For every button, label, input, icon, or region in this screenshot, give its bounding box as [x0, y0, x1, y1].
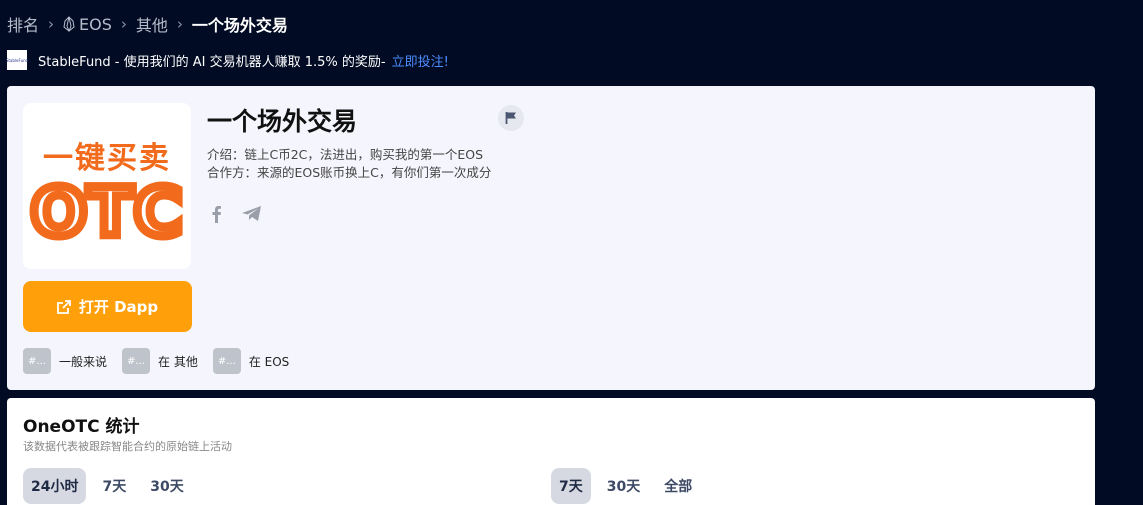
breadcrumb-eos[interactable]: EOS — [63, 15, 112, 34]
breadcrumb-other[interactable]: 其他 — [136, 12, 168, 36]
tag-other[interactable]: #... 在 其他 — [122, 348, 198, 374]
range-7d[interactable]: 7天 — [551, 468, 591, 504]
facebook-icon[interactable] — [207, 204, 227, 228]
range-30d[interactable]: 30天 — [142, 468, 191, 504]
report-flag-button[interactable] — [498, 105, 524, 131]
app-logo: 一键买卖 OTC — [23, 103, 191, 269]
open-dapp-button[interactable]: 打开 Dapp — [23, 281, 192, 332]
breadcrumb-current: 一个场外交易 — [191, 16, 288, 35]
chevron-right-icon: › — [120, 15, 127, 33]
tag-eos[interactable]: #... 在 EOS — [212, 348, 290, 374]
tag-hash: #... — [212, 348, 241, 374]
breadcrumb-ranking[interactable]: 排名 — [7, 12, 39, 36]
page-title: 一个场外交易 — [207, 107, 358, 136]
tag-label: 在 其他 — [158, 354, 198, 369]
range-24h[interactable]: 24小时 — [23, 468, 87, 504]
dapp-info-card: 一键买卖 OTC 打开 Dapp #... 一般来说 #... 在 其他 #..… — [7, 86, 1095, 390]
app-logo-top-text: 一键买卖 — [43, 141, 171, 176]
app-partner: 合作方：来源的EOS账币换上C，有你们第一次成分 — [207, 165, 492, 180]
eos-icon — [63, 15, 75, 32]
stats-subtitle: 该数据代表被跟踪智能合约的原始链上活动 — [23, 440, 232, 453]
telegram-icon[interactable] — [241, 204, 263, 228]
app-description: 介绍：链上C币2C，法进出，购买我的第一个EOS 合作方：来源的EOS账币换上C… — [207, 146, 491, 182]
tag-label: 在 EOS — [248, 354, 290, 369]
tag-hash: #... — [122, 348, 151, 374]
range-7d[interactable]: 7天 — [94, 468, 134, 504]
app-intro: 介绍：链上C币2C，法进出，购买我的第一个EOS — [207, 147, 484, 162]
stablefund-logo: StableFund — [6, 50, 28, 70]
promo-banner: StableFund StableFund - 使用我们的 AI 交易机器人赚取… — [6, 50, 449, 70]
app-logo-bottom-text: OTC — [26, 170, 187, 256]
tag-hash: #... — [23, 348, 51, 374]
chevron-right-icon: › — [176, 15, 183, 33]
flag-icon — [505, 112, 516, 124]
tag-general[interactable]: #... 一般来说 — [23, 348, 107, 374]
social-links — [207, 204, 263, 228]
range-selector-right: 7天 30天 全部 — [551, 468, 700, 504]
external-link-icon — [56, 299, 71, 314]
range-all[interactable]: 全部 — [656, 468, 700, 504]
breadcrumb: 排名 › EOS › 其他 › 一个场外交易 — [7, 12, 288, 36]
open-dapp-label: 打开 Dapp — [78, 298, 159, 316]
stats-card: OneOTC 统计 该数据代表被跟踪智能合约的原始链上活动 24小时 7天 30… — [7, 398, 1095, 505]
promo-link[interactable]: 立即投注! — [392, 51, 449, 70]
range-30d[interactable]: 30天 — [599, 468, 648, 504]
stats-title: OneOTC 统计 — [23, 417, 140, 437]
tag-list: #... 一般来说 #... 在 其他 #... 在 EOS — [23, 348, 304, 374]
chevron-right-icon: › — [48, 15, 55, 33]
tag-label: 一般来说 — [59, 354, 108, 369]
breadcrumb-eos-label: EOS — [79, 14, 112, 34]
range-selector-left: 24小时 7天 30天 — [23, 468, 192, 504]
promo-text: StableFund - 使用我们的 AI 交易机器人赚取 1.5% 的奖励- — [38, 54, 386, 70]
